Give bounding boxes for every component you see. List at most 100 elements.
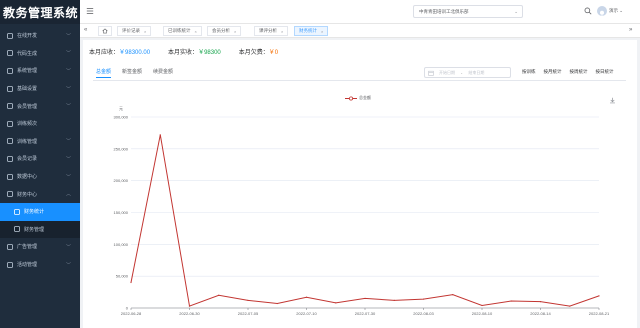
activity-icon [7,261,13,268]
chevron-up-icon: ︿ [65,191,71,198]
by-training-button[interactable]: 按训练 [522,69,536,75]
record-icon [7,156,13,162]
start-date-input[interactable]: 开始日期 [439,70,455,76]
home-tab[interactable] [98,26,112,36]
sidebar-item-6[interactable]: 训练管理 ﹀ [0,133,80,151]
date-range-picker[interactable]: 开始日期 - 结束日期 [424,67,511,78]
download-icon[interactable] [609,97,616,104]
close-icon[interactable]: × [321,29,323,34]
chevron-down-icon: ⌄ [514,8,518,14]
quick-range-buttons: 按训练 按月统计 按周统计 按日统计 [522,69,614,75]
chart-legend[interactable]: 总金额 [345,95,371,101]
chevron-down-icon: ﹀ [65,174,71,181]
chevron-down-icon: ﹀ [65,103,71,110]
school-select-value: 中青青田培训工北俱乐部 [419,8,469,14]
sidebar: 教务管理系统 在线开发 ﹀ 代码生成 ﹀ 系统管理 ﹀ 基础设置 ﹀ 会员管理 ﹀ 训练频次 训练管理… [0,0,80,328]
sidebar-item-label: 在线开发 [17,33,38,40]
sidebar-item-5[interactable]: 训练频次 [0,115,80,133]
chevron-down-icon: ﹀ [65,244,71,251]
by-week-button[interactable]: 按周统计 [570,69,588,75]
sidebar-item-label: 财务中心 [17,191,38,198]
sidebar-item-7[interactable]: 会员记录 ﹀ [0,150,80,168]
sidebar-item-9[interactable]: 财务中心 ︿ [0,185,80,203]
amount-tabs: 总金额 新签金额 续费金额 [96,68,173,78]
sidebar-item-13[interactable]: 活动管理 ﹀ [0,256,80,274]
tab-new-amount[interactable]: 新签金额 [122,68,142,78]
close-icon[interactable]: × [195,29,197,34]
sidebar-item-4[interactable]: 会员管理 ﹀ [0,97,80,115]
hamburger-icon[interactable] [86,7,94,15]
sidebar-item-label: 基础设置 [17,86,38,93]
chevron-down-icon: ﹀ [65,33,71,40]
tab-4[interactable]: 财务统计 × [294,26,329,36]
sidebar-item-label: 会员管理 [17,103,38,110]
chevrons-left-icon[interactable]: « [84,27,87,33]
sidebar-item-label: 数据中心 [17,174,38,181]
main-panel: 本月应收：￥98300.00 本月实收：￥98300 本月欠费：￥0 总金额 新… [83,40,637,328]
chart-icon [7,173,13,180]
tab-2[interactable]: 会员分析 × [207,26,242,36]
sidebar-item-label: 代码生成 [17,50,38,57]
tab-label: 已训练统计 [168,28,191,33]
calendar-icon [428,70,434,76]
tab-renewal-amount[interactable]: 续费金额 [153,68,173,78]
ad-icon [7,244,13,250]
received-stat: 本月实收：￥98300 [168,50,221,56]
sidebar-item-0[interactable]: 在线开发 ﹀ [0,27,80,45]
top-bar: 中青青田培训工北俱乐部 ⌄ 演示 ⌄ [80,0,640,24]
tab-3[interactable]: 课评分析 × [254,26,289,36]
tab-label: 会员分析 [212,28,230,33]
sidebar-item-label: 财务管理 [24,226,45,233]
calendar-icon [7,120,13,127]
chevron-down-icon: ﹀ [65,156,71,163]
owed-stat: 本月欠费：￥0 [238,50,279,56]
month-summary: 本月应收：￥98300.00 本月实收：￥98300 本月欠费：￥0 [89,47,278,56]
search-icon[interactable] [584,7,592,15]
user-name[interactable]: 演示 ⌄ [609,8,623,14]
app-title: 教务管理系统 [0,0,80,24]
settings-icon [7,85,13,92]
sidebar-item-label: 财务统计 [24,209,45,216]
finance-icon [14,226,20,233]
end-date-input[interactable]: 结束日期 [468,70,484,76]
monitor-icon [7,32,13,39]
list-icon [7,138,13,145]
sidebar-item-3[interactable]: 基础设置 ﹀ [0,80,80,98]
close-icon[interactable]: × [281,29,283,34]
range-separator: - [461,70,463,75]
sidebar-item-11[interactable]: 财务管理 [0,220,80,239]
sidebar-item-12[interactable]: 广告管理 ﹀ [0,238,80,256]
by-day-button[interactable]: 按日统计 [596,69,614,75]
chevron-down-icon: ﹀ [65,68,71,75]
chevron-down-icon: ﹀ [65,86,71,93]
tabs-bar: « 评价记录 × 已训练统计 × 会员分析 × 课评分析 × 财务统计 × » [80,24,640,38]
avatar[interactable] [597,6,607,16]
tab-0[interactable]: 评价记录 × [117,26,152,36]
sidebar-item-label: 活动管理 [17,262,38,269]
close-icon[interactable]: × [144,29,146,34]
chevron-down-icon: ﹀ [65,50,71,57]
user-icon [7,103,13,110]
close-icon[interactable]: × [234,29,236,34]
sidebar-menu: 在线开发 ﹀ 代码生成 ﹀ 系统管理 ﹀ 基础设置 ﹀ 会员管理 ﹀ 训练频次 训练管理 ﹀ 会员记录 ﹀ 数… [0,27,80,273]
code-icon [7,50,13,57]
school-select[interactable]: 中青青田培训工北俱乐部 ⌄ [413,5,523,18]
sidebar-item-1[interactable]: 代码生成 ﹀ [0,45,80,63]
tab-total-amount[interactable]: 总金额 [96,68,112,78]
gear-icon [7,68,13,74]
sidebar-item-2[interactable]: 系统管理 ﹀ [0,62,80,80]
sidebar-item-8[interactable]: 数据中心 ﹀ [0,168,80,186]
by-month-button[interactable]: 按月统计 [544,69,562,75]
sidebar-item-label: 训练频次 [17,121,38,128]
tab-1[interactable]: 已训练统计 × [163,26,202,36]
receivable-stat: 本月应收：￥98300.00 [89,50,151,56]
stats-icon [14,208,20,215]
tab-label: 财务统计 [299,28,317,33]
chevrons-right-icon[interactable]: » [629,27,632,33]
tabs-divider [93,80,626,81]
tab-label: 评价记录 [122,28,140,33]
chevron-down-icon: ﹀ [65,262,71,269]
wallet-icon [7,191,13,198]
sidebar-item-10[interactable]: 财务统计 [0,202,80,221]
chevron-down-icon: ﹀ [65,138,71,145]
